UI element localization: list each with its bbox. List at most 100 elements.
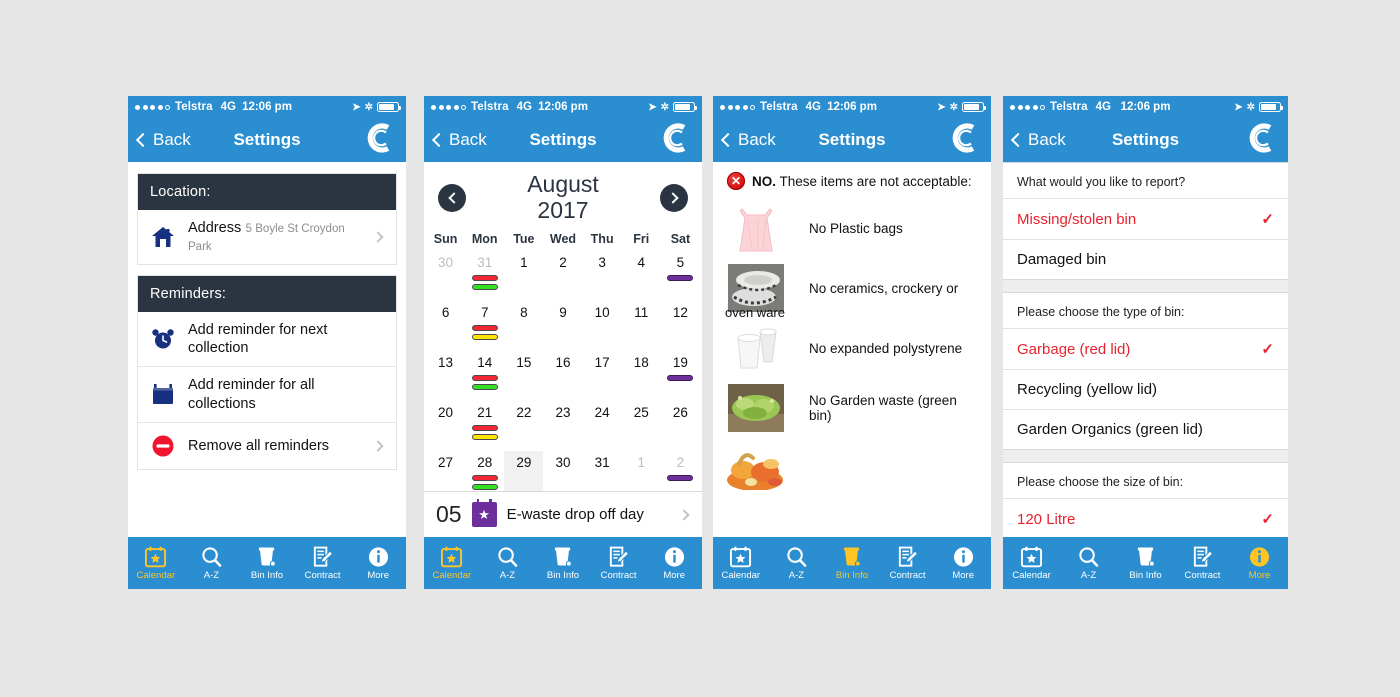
tab-contract[interactable]: Contract	[1174, 546, 1231, 581]
calendar-day-number: 23	[555, 404, 571, 420]
tab-bin-info[interactable]: Bin Info	[535, 546, 591, 581]
garden-waste-photo	[725, 380, 787, 436]
settings-row-add-all-reminders[interactable]: Add reminder for all collections	[138, 367, 396, 423]
info-icon	[1248, 546, 1271, 568]
tab-a-z[interactable]: A-Z	[769, 546, 825, 581]
calendar-day-cell[interactable]: 24	[583, 401, 622, 451]
calendar-day-cell[interactable]: 21	[465, 401, 504, 451]
back-button[interactable]: Back	[1010, 130, 1066, 150]
calendar-day-number: 16	[555, 354, 571, 370]
calendar-day-cell[interactable]: 23	[543, 401, 582, 451]
tab-more[interactable]: More	[1231, 546, 1288, 581]
calendar-day-cell[interactable]: 9	[543, 301, 582, 351]
tab-label: Calendar	[721, 569, 761, 581]
calendar-day-cell[interactable]: 26	[661, 401, 700, 451]
tab-contract[interactable]: Contract	[295, 546, 351, 581]
calendar-day-cell[interactable]: 3	[583, 251, 622, 301]
calendar-day-cell[interactable]: 30	[426, 251, 465, 301]
calendar-day-cell[interactable]: 1	[504, 251, 543, 301]
option-row[interactable]: Missing/stolen bin ✓	[1003, 198, 1288, 239]
calendar-day-cell[interactable]: 6	[426, 301, 465, 351]
collection-bar-green	[471, 283, 498, 290]
collection-bar-red	[471, 274, 498, 281]
group-label: Please choose the type of bin:	[1017, 305, 1185, 319]
calendar-day-cell[interactable]: 19	[661, 351, 700, 401]
calendar-day-cell[interactable]: 12	[661, 301, 700, 351]
calendar-day-number: 27	[438, 454, 454, 470]
tab-calendar[interactable]: Calendar	[424, 546, 480, 581]
search-icon	[200, 546, 223, 568]
collection-bars	[661, 474, 700, 481]
calendar-day-number: 31	[594, 454, 610, 470]
calendar-day-cell[interactable]: 11	[622, 301, 661, 351]
option-row[interactable]: 120 Litre ✓	[1003, 498, 1288, 537]
tab-bin-info[interactable]: Bin Info	[1117, 546, 1174, 581]
calendar-day-cell[interactable]: 14	[465, 351, 504, 401]
tab-a-z[interactable]: A-Z	[184, 546, 240, 581]
calendar-day-cell[interactable]: 17	[583, 351, 622, 401]
calendar-day-cell[interactable]: 10	[583, 301, 622, 351]
battery-icon	[377, 102, 401, 112]
calendar-day-number: 31	[477, 254, 493, 270]
settings-row-remove-all-reminders[interactable]: Remove all reminders	[138, 422, 396, 469]
option-row[interactable]: Damaged bin	[1003, 239, 1288, 279]
location-arrow-icon: ➤	[648, 101, 657, 113]
item-label: No Plastic bags	[809, 220, 903, 236]
report-body: What would you like to report? Missing/st…	[1003, 162, 1288, 537]
collection-bar-red	[471, 374, 498, 381]
tab-bin-info[interactable]: Bin Info	[239, 546, 295, 581]
remove-circle-icon	[150, 433, 176, 459]
calendar-event-row[interactable]: 05 ★ E-waste drop off day	[424, 491, 702, 537]
tab-bin-info[interactable]: Bin Info	[824, 546, 880, 581]
reminder-all-label: Add reminder for all collections	[188, 377, 315, 412]
group-separator	[1003, 280, 1288, 292]
day-of-week-fri: Fri	[633, 231, 650, 246]
calendar-day-cell[interactable]: 4	[622, 251, 661, 301]
calendar-day-cell[interactable]: 2	[543, 251, 582, 301]
tab-a-z[interactable]: A-Z	[1060, 546, 1117, 581]
back-button[interactable]: Back	[720, 130, 776, 150]
calendar-day-cell[interactable]: 7	[465, 301, 504, 351]
tab-contract[interactable]: Contract	[880, 546, 936, 581]
nav-bar: Back Settings	[424, 118, 702, 162]
settings-row-add-next-reminder[interactable]: Add reminder for next collection	[138, 312, 396, 368]
calendar-day-number: 30	[438, 254, 454, 270]
day-of-week-mon: Mon	[471, 231, 498, 246]
option-row[interactable]: Garden Organics (green lid)	[1003, 409, 1288, 449]
calendar-day-cell[interactable]: 5	[661, 251, 700, 301]
option-row[interactable]: Garbage (red lid) ✓	[1003, 328, 1288, 369]
signal-strength-icon	[431, 104, 466, 110]
battery-icon	[962, 102, 986, 112]
collection-bar-purple	[667, 474, 694, 481]
calendar-day-cell[interactable]: 31	[465, 251, 504, 301]
tab-more[interactable]: More	[646, 546, 702, 581]
tab-more[interactable]: More	[350, 546, 406, 581]
calendar-day-cell[interactable]: 20	[426, 401, 465, 451]
calendar-day-cell[interactable]: 15	[504, 351, 543, 401]
calendar-day-cell[interactable]: 13	[426, 351, 465, 401]
option-label: Missing/stolen bin	[1017, 210, 1137, 228]
tab-contract[interactable]: Contract	[591, 546, 647, 581]
tab-more[interactable]: More	[935, 546, 991, 581]
calendar-day-cell[interactable]: 16	[543, 351, 582, 401]
search-icon	[785, 546, 808, 568]
option-row[interactable]: Recycling (yellow lid)	[1003, 369, 1288, 409]
calendar-day-cell[interactable]: 18	[622, 351, 661, 401]
tab-calendar[interactable]: Calendar	[713, 546, 769, 581]
back-button[interactable]: Back	[135, 130, 191, 150]
next-month-button[interactable]	[660, 183, 688, 212]
prev-month-button[interactable]	[438, 183, 466, 212]
tab-label: Contract	[1184, 569, 1221, 581]
status-bar: Telstra 4G 12:06 pm ➤ ✲	[713, 96, 991, 118]
tab-calendar[interactable]: Calendar	[128, 546, 184, 581]
option-label: 120 Litre	[1017, 510, 1076, 528]
day-of-week-thu: Thu	[590, 231, 614, 246]
tab-a-z[interactable]: A-Z	[480, 546, 536, 581]
calendar-day-cell[interactable]: 8	[504, 301, 543, 351]
settings-row-address[interactable]: Address 5 Boyle St Croydon Park	[138, 210, 396, 265]
back-button[interactable]: Back	[431, 130, 487, 150]
tab-calendar[interactable]: Calendar	[1003, 546, 1060, 581]
calendar-day-number: 9	[559, 304, 567, 320]
calendar-day-cell[interactable]: 22	[504, 401, 543, 451]
calendar-day-cell[interactable]: 25	[622, 401, 661, 451]
